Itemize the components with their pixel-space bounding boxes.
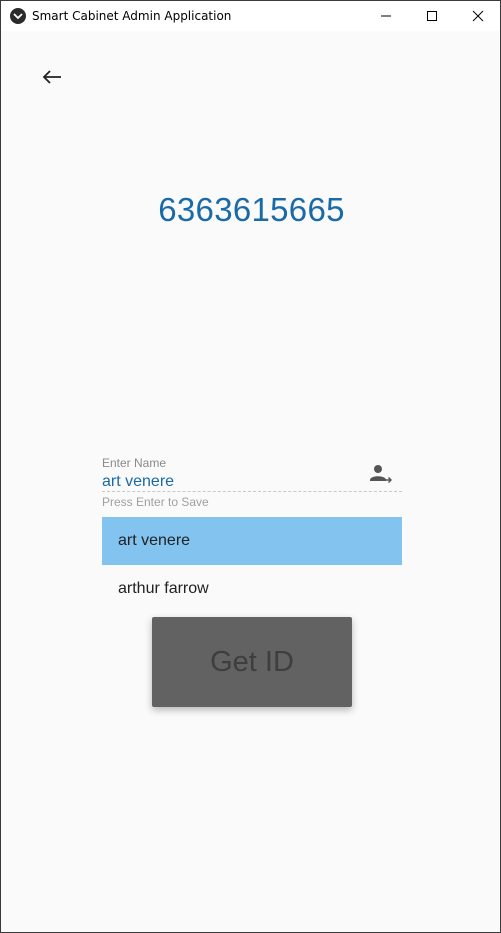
arrow-left-icon xyxy=(42,70,61,84)
name-field-underline xyxy=(102,491,402,492)
close-icon xyxy=(472,10,484,22)
maximize-icon xyxy=(427,11,437,21)
name-input[interactable] xyxy=(102,472,364,492)
close-button[interactable] xyxy=(455,1,500,31)
app-icon xyxy=(10,8,26,24)
suggestion-item[interactable]: art venere xyxy=(102,517,402,565)
title-bar: Smart Cabinet Admin Application xyxy=(1,1,500,31)
back-button[interactable] xyxy=(37,62,67,92)
name-field-label: Enter Name xyxy=(102,456,167,470)
suggestion-item[interactable]: arthur farrow xyxy=(102,565,402,613)
minimize-button[interactable] xyxy=(363,1,409,31)
window-title: Smart Cabinet Admin Application xyxy=(32,9,232,23)
app-window: Smart Cabinet Admin Application 63636156… xyxy=(0,0,501,933)
maximize-button[interactable] xyxy=(409,1,455,31)
get-id-button[interactable]: Get ID xyxy=(152,617,352,707)
generated-id: 6363615665 xyxy=(158,191,345,228)
name-field-helper: Press Enter to Save xyxy=(102,495,209,509)
person-arrow-icon[interactable] xyxy=(370,464,393,484)
minimize-icon xyxy=(381,15,391,17)
suggestion-list: art venere arthur farrow xyxy=(102,517,402,613)
